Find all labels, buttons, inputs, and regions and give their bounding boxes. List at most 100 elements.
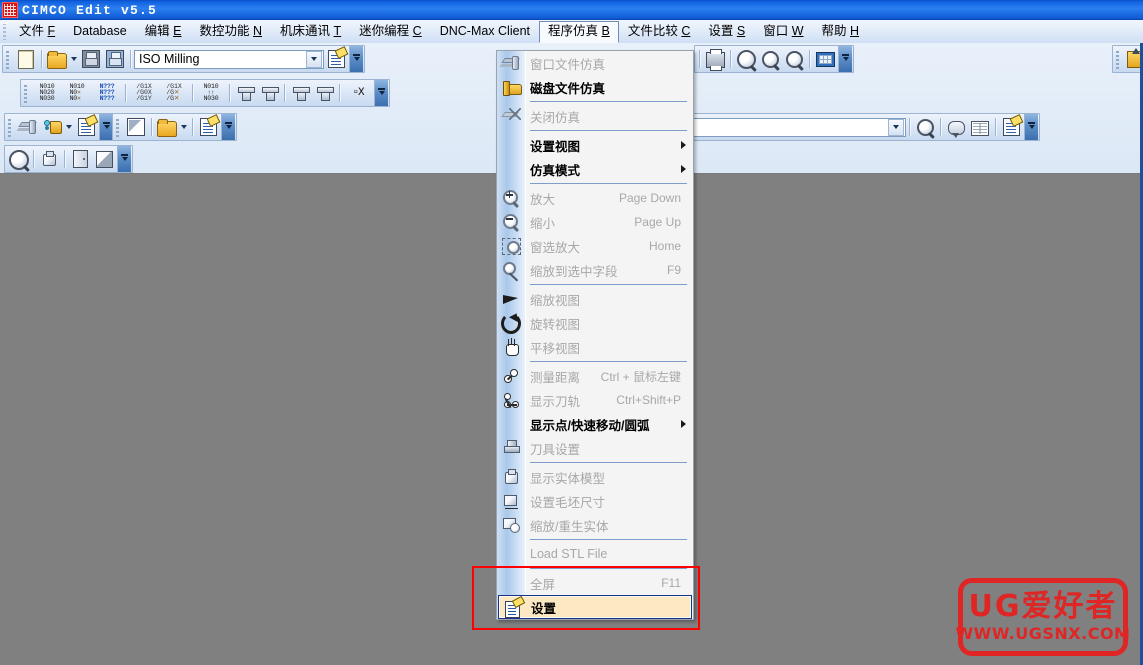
menu-item-icon-wrap <box>501 367 521 385</box>
machine-setup-icon[interactable] <box>16 116 40 138</box>
menubar-item-e[interactable]: 编辑 E <box>136 21 191 42</box>
preview-icon[interactable] <box>6 148 30 170</box>
open-compare-dropdown[interactable] <box>179 116 189 138</box>
chevron-down-icon[interactable] <box>888 118 904 136</box>
menubar-grip[interactable] <box>1 23 8 40</box>
menu-item-icon-wrap <box>501 391 521 409</box>
menu-item-zoom-in: 放大 Page Down <box>497 186 693 210</box>
separator <box>730 50 731 68</box>
key-folder-icon[interactable] <box>40 116 64 138</box>
open-file-icon[interactable] <box>45 48 69 70</box>
menu-item-show-points[interactable]: 显示点/快速移动/圆弧 <box>497 412 693 436</box>
find-replace-numbers-icon[interactable]: N??? N??? N??? <box>92 82 122 104</box>
toolbar-overflow-chevron[interactable] <box>349 46 363 72</box>
menubar-item-c[interactable]: 迷你编程 C <box>350 21 431 42</box>
file-properties-icon[interactable] <box>324 48 348 70</box>
menu-item-label: 平移视图 <box>530 341 581 356</box>
menubar-item-f[interactable]: 文件 F <box>10 21 64 42</box>
menu-item-settings[interactable]: 设置 <box>498 595 692 619</box>
tool-rotate-icon[interactable] <box>257 82 281 104</box>
xyz-icon[interactable]: ▫X <box>343 82 373 104</box>
save-all-icon[interactable] <box>103 48 127 70</box>
print-icon[interactable] <box>703 48 727 71</box>
g-code-strike-icon[interactable]: /G1X /G✕ /G✕ <box>159 82 189 104</box>
menubar-item-mnemonic: W <box>791 24 804 38</box>
menu-item-set-view[interactable]: 设置视图 <box>497 133 693 157</box>
panel-icon[interactable] <box>92 148 116 170</box>
toolbar-machine-grip[interactable] <box>7 117 13 137</box>
menu-item-icon-wrap <box>501 338 521 356</box>
new-file-icon[interactable] <box>14 48 38 70</box>
menubar-item-label: 编辑 <box>144 24 170 38</box>
toolbar-overflow-chevron[interactable] <box>838 46 852 72</box>
renumber-icon[interactable]: N010 N020 N030 <box>32 82 62 104</box>
menu-item-load-stl: Load STL File <box>497 542 693 566</box>
search-icon[interactable] <box>913 116 937 138</box>
menubar-item-label: 机床通讯 <box>280 24 331 38</box>
zoom-field-icon <box>502 262 520 278</box>
toolbar-overflow-chevron[interactable] <box>374 80 388 106</box>
compare-properties-icon[interactable] <box>196 116 220 138</box>
g-code-xy-icon[interactable]: /G1X /G0X /G1Y <box>129 82 159 104</box>
menubar-item-mnemonic: H <box>850 24 860 38</box>
menubar-item-mnemonic: E <box>173 24 182 38</box>
menubar-item-c[interactable]: 文件比较 C <box>619 21 700 42</box>
machine-properties-icon[interactable] <box>74 116 98 138</box>
open-compare-icon[interactable] <box>155 116 179 138</box>
menubar-item-h[interactable]: 帮助 H <box>813 21 869 42</box>
menubar-item-label: 设置 <box>708 24 734 38</box>
menu-item-window-zoom: 窗选放大 Home <box>497 234 693 258</box>
comment-icon[interactable] <box>944 116 968 138</box>
submenu-arrow-icon <box>681 420 686 428</box>
file-type-combo[interactable]: ISO Milling <box>134 49 324 69</box>
remove-numbers-icon[interactable]: N010 N0✕ N0✕ <box>62 82 92 104</box>
menubar-item-n[interactable]: 数控功能 N <box>191 21 272 42</box>
tool-down-icon[interactable] <box>288 82 312 104</box>
menubar-item-dnc-max-client[interactable]: DNC-Max Client <box>431 21 539 42</box>
tool-setup-icon <box>503 440 520 456</box>
menu-item-label: 缩小 <box>530 216 556 231</box>
toolbar-overflow-chevron[interactable] <box>1024 114 1038 140</box>
menubar-item-t[interactable]: 机床通讯 T <box>271 21 350 42</box>
chevron-down-icon[interactable] <box>306 50 322 68</box>
menubar-item-w[interactable]: 窗口 W <box>754 21 812 42</box>
menubar-item-database[interactable]: Database <box>64 21 136 42</box>
toolbar-nc-grip[interactable] <box>23 83 29 103</box>
menu-item-disk-sim[interactable]: 磁盘文件仿真 <box>497 75 693 99</box>
menubar-item-b[interactable]: 程序仿真 B <box>539 20 619 43</box>
menu-item-close-sim: 关闭仿真 <box>497 104 693 128</box>
search-properties-icon[interactable] <box>999 116 1023 138</box>
toolbar-standard: ISO Milling <box>2 45 365 73</box>
menu-item-icon-wrap <box>501 545 521 563</box>
menu-item-label: 刀具设置 <box>530 442 581 457</box>
zoom-next-icon[interactable] <box>758 48 782 70</box>
menu-item-zoom-out: 缩小 Page Up <box>497 210 693 234</box>
menu-item-show-solid: 显示实体模型 <box>497 465 693 489</box>
toolbar-overflow-chevron[interactable] <box>221 114 235 140</box>
zoom-icon[interactable] <box>734 48 758 70</box>
menubar-item-label: 帮助 <box>821 24 847 38</box>
tool-up-icon[interactable] <box>312 82 336 104</box>
insert-block-icon[interactable]: N010 ↑↑ N030 <box>196 82 226 104</box>
menu-item-zoom-field: 缩放到选中字段 F9 <box>497 258 693 282</box>
toolbar-standard-grip[interactable] <box>5 49 11 69</box>
toolbar-overflow-chevron[interactable] <box>99 114 113 140</box>
save-icon[interactable] <box>79 48 103 70</box>
compare-file-icon[interactable] <box>124 116 148 138</box>
open-file-dropdown[interactable] <box>69 48 79 70</box>
menu-separator <box>530 361 687 362</box>
toolbar-export-grip[interactable] <box>1115 49 1121 69</box>
machine-dropdown[interactable] <box>64 116 74 138</box>
transfer-icon[interactable] <box>37 148 61 170</box>
toolbar-compare-grip[interactable] <box>115 117 121 137</box>
exit-door-icon[interactable] <box>68 148 92 170</box>
menu-item-icon-wrap <box>501 290 521 308</box>
tool-compensation-icon[interactable] <box>233 82 257 104</box>
keypad-icon[interactable] <box>813 48 837 70</box>
menu-item-label: 缩放视图 <box>530 293 581 308</box>
menu-item-sim-mode[interactable]: 仿真模式 <box>497 157 693 181</box>
toolbar-overflow-chevron[interactable] <box>117 146 131 172</box>
zoom-prev-icon[interactable] <box>782 48 806 70</box>
menubar-item-s[interactable]: 设置 S <box>699 21 754 42</box>
table-icon[interactable] <box>968 116 992 138</box>
